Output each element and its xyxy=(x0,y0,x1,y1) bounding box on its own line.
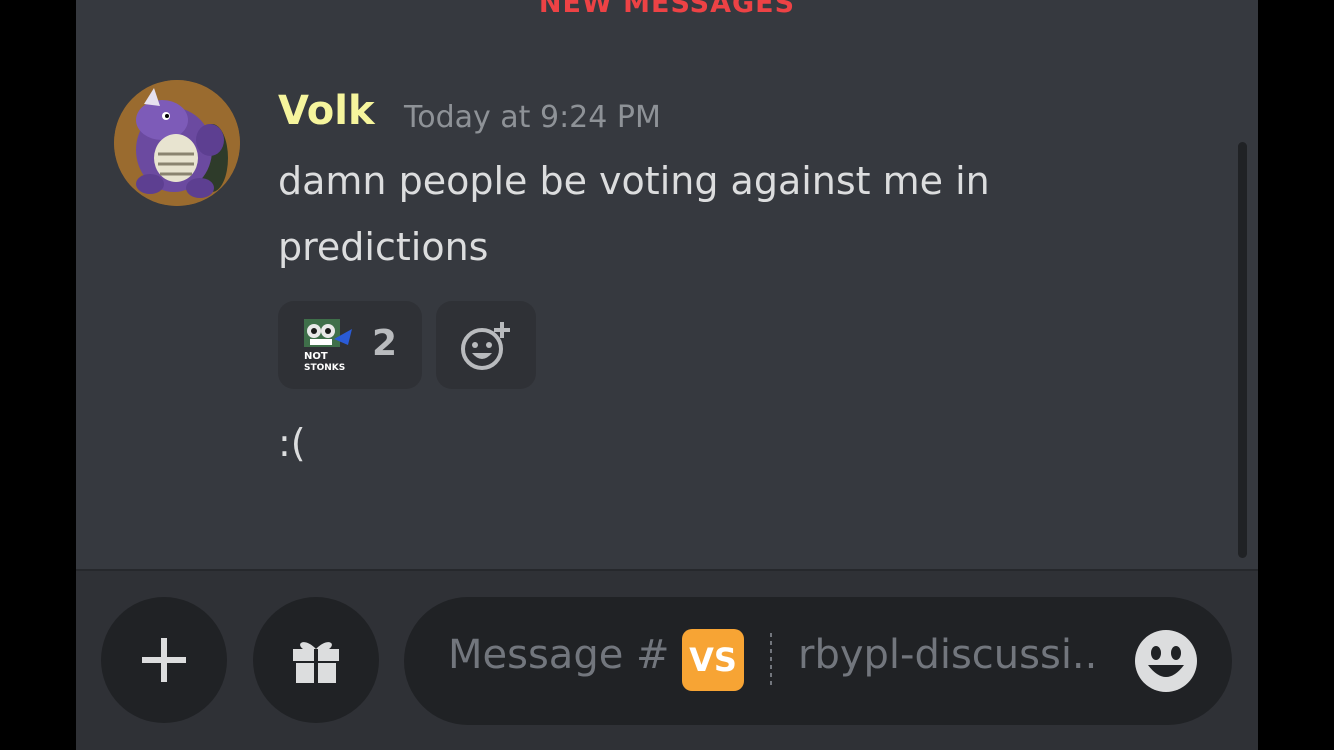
channel-vs-badge: VS xyxy=(682,629,744,691)
message-timestamp: Today at 9:24 PM xyxy=(404,100,661,135)
message-author[interactable]: Volk xyxy=(278,88,375,134)
chat-window: NEW MESSAGES Volk Today at 9:24 PM damn … xyxy=(76,0,1258,750)
plus-icon xyxy=(142,638,186,682)
add-reaction-icon xyxy=(461,322,510,370)
emoji-caption-stonks: STONKS xyxy=(304,363,345,373)
gift-button[interactable] xyxy=(253,597,379,723)
new-messages-banner[interactable]: NEW MESSAGES xyxy=(76,0,1258,19)
channel-name: rbypl-discussi.. xyxy=(798,632,1098,678)
avatar[interactable] xyxy=(114,80,240,206)
gift-icon xyxy=(293,642,339,683)
message-input-placeholder: Message # xyxy=(448,632,670,678)
emoji-caption-not: NOT xyxy=(304,351,328,362)
channel-separator xyxy=(770,633,772,687)
smiley-emoji-icon[interactable] xyxy=(1134,629,1198,693)
attach-button[interactable] xyxy=(101,597,227,723)
message-text: damn people be voting against me in pred… xyxy=(278,159,990,269)
not-stonks-emoji-icon: NOT STONKS xyxy=(304,319,352,373)
message-input[interactable]: Message # VS rbypl-discussi.. xyxy=(404,597,1232,725)
scrollbar[interactable] xyxy=(1238,142,1247,558)
composer-bar: Message # VS rbypl-discussi.. xyxy=(76,571,1258,750)
message-text-followup: :( xyxy=(278,421,306,465)
reaction-not-stonks[interactable]: NOT STONKS 2 xyxy=(278,301,422,389)
reaction-count: 2 xyxy=(372,323,398,364)
add-reaction-button[interactable] xyxy=(436,301,536,389)
